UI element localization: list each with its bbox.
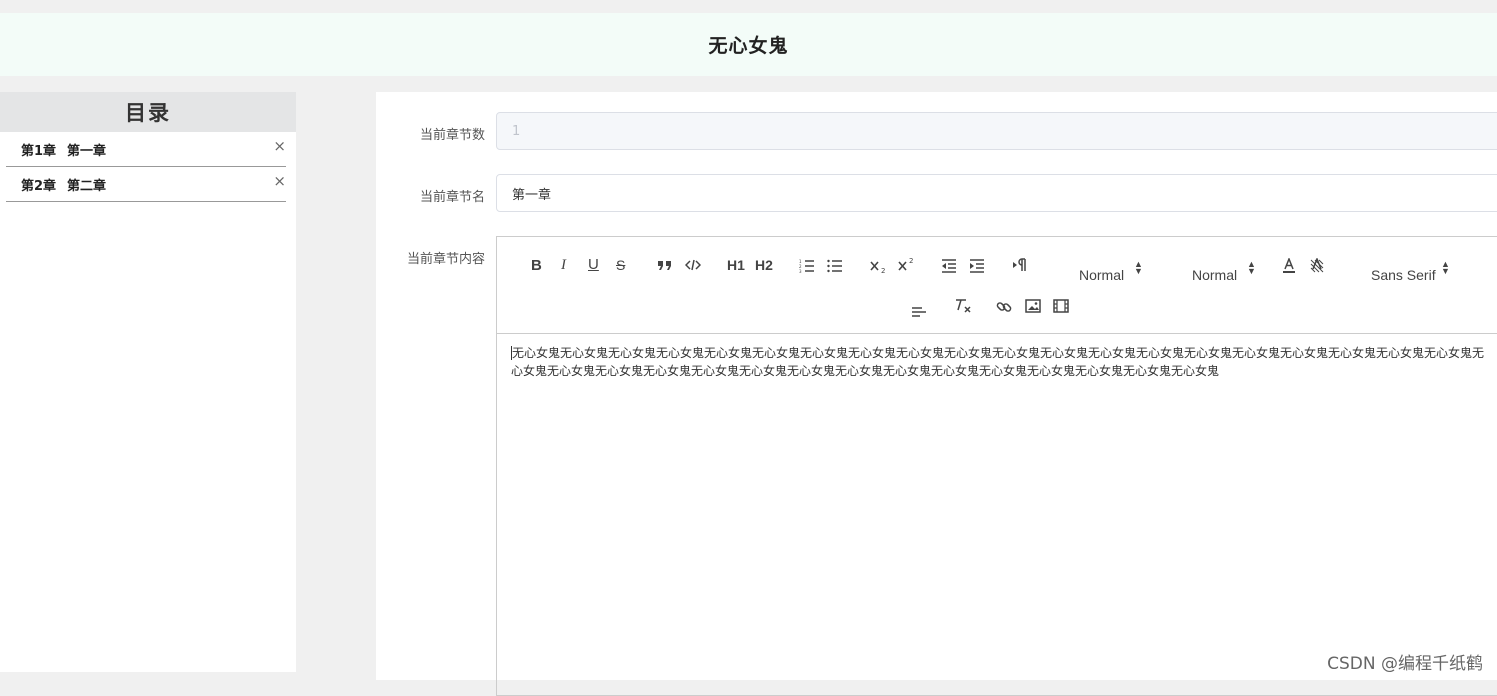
underline-button[interactable]: U <box>588 256 599 273</box>
blockquote-icon[interactable] <box>657 259 673 271</box>
font-select[interactable]: Sans Serif ▲ ▼ <box>1371 260 1450 284</box>
svg-text:3: 3 <box>799 269 802 273</box>
page-title: 无心女鬼 <box>708 35 789 57</box>
h2-button[interactable]: H2 <box>755 257 773 273</box>
svg-text:2: 2 <box>881 267 885 273</box>
toc-item[interactable]: 第2章 第二章 × <box>6 167 286 202</box>
editor-text: 无心女鬼无心女鬼无心女鬼无心女鬼无心女鬼无心女鬼无心女鬼无心女鬼无心女鬼无心女鬼… <box>511 346 1485 378</box>
subscript-icon[interactable]: 2 <box>870 259 888 273</box>
page-header: 无心女鬼 <box>0 13 1497 76</box>
align-icon[interactable] <box>911 305 927 319</box>
svg-text:2: 2 <box>909 257 913 265</box>
link-icon[interactable] <box>996 299 1012 315</box>
chevron-up-down-icon: ▲ ▼ <box>1134 259 1143 276</box>
toc-heading: 目录 <box>0 92 296 132</box>
indent-icon[interactable] <box>969 259 985 273</box>
close-icon[interactable]: × <box>273 137 286 155</box>
italic-button[interactable]: I <box>561 257 566 274</box>
chapter-form: 当前章节数 1 当前章节名 第一章 当前章节内容 B I U S H1 H2 1… <box>376 92 1497 696</box>
size-select-value: Normal <box>1192 267 1238 283</box>
toc-item-number: 第2章 <box>21 178 57 194</box>
ordered-list-icon[interactable]: 123 <box>799 259 815 273</box>
code-block-icon[interactable] <box>685 259 701 271</box>
strike-button[interactable]: S <box>616 257 625 273</box>
outdent-icon[interactable] <box>941 259 957 273</box>
header-select[interactable]: Normal ▲ ▼ <box>1079 260 1143 284</box>
chapter-content-label: 当前章节内容 <box>406 252 485 267</box>
toc-item-name: 第二章 <box>67 178 107 194</box>
bullet-list-icon[interactable] <box>827 259 843 273</box>
toc-item-name: 第一章 <box>67 143 107 159</box>
background-color-icon[interactable] <box>1309 258 1325 274</box>
toc-item-number: 第1章 <box>21 143 57 159</box>
chevron-up-down-icon: ▲ ▼ <box>1247 259 1256 276</box>
chevron-up-down-icon: ▲ ▼ <box>1441 259 1450 276</box>
chapter-name-field[interactable]: 第一章 <box>496 174 1497 212</box>
image-icon[interactable] <box>1025 299 1041 313</box>
editor-toolbar: B I U S H1 H2 123 2 2 Normal ▲ ▼ Normal … <box>497 237 1497 334</box>
watermark: CSDN @编程千纸鹤 <box>1327 654 1483 674</box>
close-icon[interactable]: × <box>273 172 286 190</box>
header-select-value: Normal <box>1079 267 1125 283</box>
toc-item[interactable]: 第1章 第一章 × <box>6 132 286 167</box>
chapter-number-label: 当前章节数 <box>419 128 485 143</box>
clear-format-icon[interactable] <box>954 298 972 314</box>
video-icon[interactable] <box>1053 299 1069 313</box>
chapter-number-field: 1 <box>496 112 1497 150</box>
size-select[interactable]: Normal ▲ ▼ <box>1192 260 1256 284</box>
font-select-value: Sans Serif <box>1371 267 1436 283</box>
editor-content[interactable]: 无心女鬼无心女鬼无心女鬼无心女鬼无心女鬼无心女鬼无心女鬼无心女鬼无心女鬼无心女鬼… <box>497 334 1497 390</box>
chapter-name-label: 当前章节名 <box>419 190 485 205</box>
rich-text-editor: B I U S H1 H2 123 2 2 Normal ▲ ▼ Normal … <box>496 236 1497 696</box>
text-color-icon[interactable] <box>1281 258 1297 274</box>
bold-button[interactable]: B <box>531 257 542 274</box>
superscript-icon[interactable]: 2 <box>898 257 916 271</box>
text-direction-icon[interactable] <box>1012 258 1028 272</box>
h1-button[interactable]: H1 <box>727 257 745 273</box>
toc-sidebar: 目录 第1章 第一章 × 第2章 第二章 × <box>0 92 296 672</box>
